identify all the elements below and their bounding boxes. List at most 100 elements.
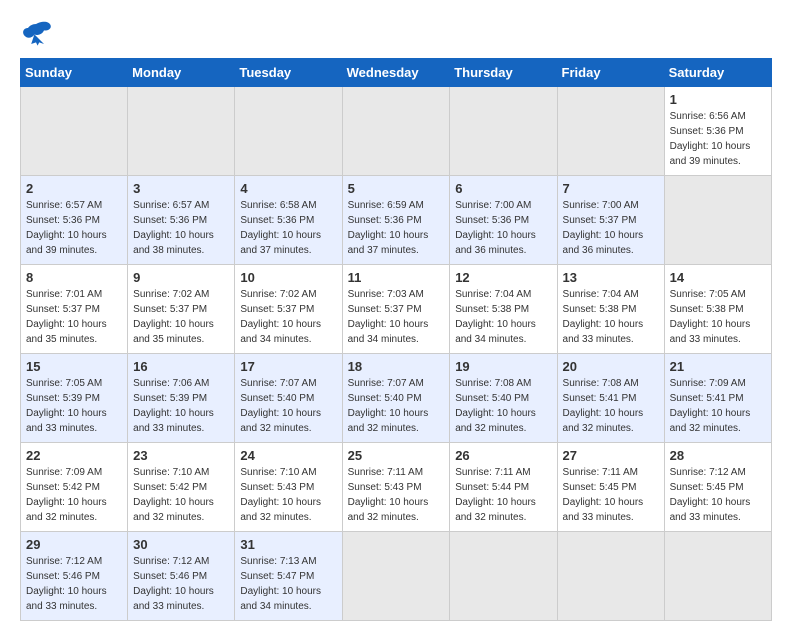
calendar-cell: 27Sunrise: 7:11 AM Sunset: 5:45 PM Dayli… bbox=[557, 443, 664, 532]
header-tuesday: Tuesday bbox=[235, 59, 342, 87]
header-sunday: Sunday bbox=[21, 59, 128, 87]
calendar-cell: 7Sunrise: 7:00 AM Sunset: 5:37 PM Daylig… bbox=[557, 176, 664, 265]
day-info: Sunrise: 7:05 AM Sunset: 5:38 PM Dayligh… bbox=[670, 287, 766, 347]
day-info: Sunrise: 7:12 AM Sunset: 5:46 PM Dayligh… bbox=[133, 554, 229, 614]
calendar-cell bbox=[664, 532, 771, 621]
calendar-cell: 8 Sunrise: 7:01 AM Sunset: 5:37 PM Daylig… bbox=[21, 265, 128, 354]
day-info: Sunrise: 7:07 AM Sunset: 5:40 PM Dayligh… bbox=[240, 376, 336, 436]
calendar-table: SundayMondayTuesdayWednesdayThursdayFrid… bbox=[20, 58, 772, 621]
day-info: Sunrise: 7:05 AM Sunset: 5:39 PM Dayligh… bbox=[26, 376, 122, 436]
calendar-cell: 16 Sunrise: 7:06 AM Sunset: 5:39 PM Dayli… bbox=[128, 354, 235, 443]
calendar-cell: 26Sunrise: 7:11 AM Sunset: 5:44 PM Dayli… bbox=[450, 443, 557, 532]
header-monday: Monday bbox=[128, 59, 235, 87]
calendar-cell: 3 Sunrise: 6:57 AM Sunset: 5:36 PM Daylig… bbox=[128, 176, 235, 265]
calendar-week-2: 2 Sunrise: 6:57 AM Sunset: 5:36 PM Daylig… bbox=[21, 176, 772, 265]
day-number: 2 bbox=[26, 181, 122, 196]
day-info: Sunrise: 7:07 AM Sunset: 5:40 PM Dayligh… bbox=[348, 376, 445, 436]
day-number: 5 bbox=[348, 181, 445, 196]
day-info: Sunrise: 6:59 AM Sunset: 5:36 PM Dayligh… bbox=[348, 198, 445, 258]
day-number: 13 bbox=[563, 270, 659, 285]
calendar-cell: 20Sunrise: 7:08 AM Sunset: 5:41 PM Dayli… bbox=[557, 354, 664, 443]
header-wednesday: Wednesday bbox=[342, 59, 450, 87]
day-number: 7 bbox=[563, 181, 659, 196]
day-info: Sunrise: 7:00 AM Sunset: 5:36 PM Dayligh… bbox=[455, 198, 551, 258]
calendar-week-3: 8 Sunrise: 7:01 AM Sunset: 5:37 PM Daylig… bbox=[21, 265, 772, 354]
header-saturday: Saturday bbox=[664, 59, 771, 87]
day-info: Sunrise: 7:02 AM Sunset: 5:37 PM Dayligh… bbox=[133, 287, 229, 347]
calendar-cell: 15 Sunrise: 7:05 AM Sunset: 5:39 PM Dayli… bbox=[21, 354, 128, 443]
calendar-cell: 18 Sunrise: 7:07 AM Sunset: 5:40 PM Dayli… bbox=[342, 354, 450, 443]
calendar-cell bbox=[557, 87, 664, 176]
calendar-cell: 4 Sunrise: 6:58 AM Sunset: 5:36 PM Daylig… bbox=[235, 176, 342, 265]
day-info: Sunrise: 7:04 AM Sunset: 5:38 PM Dayligh… bbox=[455, 287, 551, 347]
logo bbox=[20, 20, 56, 48]
calendar-week-4: 15 Sunrise: 7:05 AM Sunset: 5:39 PM Dayli… bbox=[21, 354, 772, 443]
calendar-cell: 23 Sunrise: 7:10 AM Sunset: 5:42 PM Dayli… bbox=[128, 443, 235, 532]
day-number: 4 bbox=[240, 181, 336, 196]
calendar-cell bbox=[235, 87, 342, 176]
day-number: 19 bbox=[455, 359, 551, 374]
day-info: Sunrise: 6:57 AM Sunset: 5:36 PM Dayligh… bbox=[133, 198, 229, 258]
day-number: 9 bbox=[133, 270, 229, 285]
calendar-cell bbox=[557, 532, 664, 621]
calendar-cell: 11Sunrise: 7:03 AM Sunset: 5:37 PM Dayli… bbox=[342, 265, 450, 354]
calendar-week-1: 1Sunrise: 6:56 AM Sunset: 5:36 PM Daylig… bbox=[21, 87, 772, 176]
day-info: Sunrise: 7:06 AM Sunset: 5:39 PM Dayligh… bbox=[133, 376, 229, 436]
calendar-cell: 24 Sunrise: 7:10 AM Sunset: 5:43 PM Dayli… bbox=[235, 443, 342, 532]
day-info: Sunrise: 7:09 AM Sunset: 5:41 PM Dayligh… bbox=[670, 376, 766, 436]
calendar-cell: 29Sunrise: 7:12 AM Sunset: 5:46 PM Dayli… bbox=[21, 532, 128, 621]
day-number: 21 bbox=[670, 359, 766, 374]
calendar-cell bbox=[342, 87, 450, 176]
day-number: 17 bbox=[240, 359, 336, 374]
day-number: 14 bbox=[670, 270, 766, 285]
day-info: Sunrise: 7:08 AM Sunset: 5:40 PM Dayligh… bbox=[455, 376, 551, 436]
calendar-header-row: SundayMondayTuesdayWednesdayThursdayFrid… bbox=[21, 59, 772, 87]
day-number: 24 bbox=[240, 448, 336, 463]
calendar-cell: 14 Sunrise: 7:05 AM Sunset: 5:38 PM Dayli… bbox=[664, 265, 771, 354]
day-info: Sunrise: 7:10 AM Sunset: 5:43 PM Dayligh… bbox=[240, 465, 336, 525]
day-info: Sunrise: 7:09 AM Sunset: 5:42 PM Dayligh… bbox=[26, 465, 122, 525]
day-number: 15 bbox=[26, 359, 122, 374]
day-info: Sunrise: 7:12 AM Sunset: 5:45 PM Dayligh… bbox=[670, 465, 766, 525]
day-info: Sunrise: 7:13 AM Sunset: 5:47 PM Dayligh… bbox=[240, 554, 336, 614]
day-info: Sunrise: 7:10 AM Sunset: 5:42 PM Dayligh… bbox=[133, 465, 229, 525]
day-number: 8 bbox=[26, 270, 122, 285]
day-number: 16 bbox=[133, 359, 229, 374]
day-info: Sunrise: 7:11 AM Sunset: 5:43 PM Dayligh… bbox=[348, 465, 445, 525]
calendar-cell bbox=[450, 87, 557, 176]
calendar-cell: 2Sunrise: 6:57 AM Sunset: 5:36 PM Daylig… bbox=[21, 176, 128, 265]
calendar-cell: 12 Sunrise: 7:04 AM Sunset: 5:38 PM Dayli… bbox=[450, 265, 557, 354]
calendar-week-5: 22Sunrise: 7:09 AM Sunset: 5:42 PM Dayli… bbox=[21, 443, 772, 532]
calendar-week-6: 29 Sunrise: 7:12 AM Sunset: 5:46 PM Dayli… bbox=[21, 532, 772, 621]
day-number: 3 bbox=[133, 181, 229, 196]
calendar-cell: 9 Sunrise: 7:02 AM Sunset: 5:37 PM Daylig… bbox=[128, 265, 235, 354]
day-number: 29 bbox=[26, 537, 122, 552]
day-number: 10 bbox=[240, 270, 336, 285]
day-number: 18 bbox=[348, 359, 445, 374]
day-info: Sunrise: 7:01 AM Sunset: 5:37 PM Dayligh… bbox=[26, 287, 122, 347]
day-number: 28 bbox=[670, 448, 766, 463]
calendar-cell: 17 Sunrise: 7:07 AM Sunset: 5:40 PM Dayli… bbox=[235, 354, 342, 443]
day-number: 31 bbox=[240, 537, 336, 552]
day-number: 27 bbox=[563, 448, 659, 463]
calendar-cell: 19 Sunrise: 7:08 AM Sunset: 5:40 PM Dayli… bbox=[450, 354, 557, 443]
day-number: 12 bbox=[455, 270, 551, 285]
day-number: 25 bbox=[348, 448, 445, 463]
day-number: 30 bbox=[133, 537, 229, 552]
calendar-cell bbox=[128, 87, 235, 176]
calendar-cell: 1Sunrise: 6:56 AM Sunset: 5:36 PM Daylig… bbox=[664, 87, 771, 176]
day-number: 11 bbox=[348, 270, 445, 285]
calendar-cell bbox=[21, 87, 128, 176]
day-number: 6 bbox=[455, 181, 551, 196]
header-friday: Friday bbox=[557, 59, 664, 87]
day-number: 1 bbox=[670, 92, 766, 107]
calendar-cell: 25 Sunrise: 7:11 AM Sunset: 5:43 PM Dayli… bbox=[342, 443, 450, 532]
day-number: 23 bbox=[133, 448, 229, 463]
calendar-cell: 6 Sunrise: 7:00 AM Sunset: 5:36 PM Daylig… bbox=[450, 176, 557, 265]
day-info: Sunrise: 7:08 AM Sunset: 5:41 PM Dayligh… bbox=[563, 376, 659, 436]
day-info: Sunrise: 7:11 AM Sunset: 5:44 PM Dayligh… bbox=[455, 465, 551, 525]
day-info: Sunrise: 6:58 AM Sunset: 5:36 PM Dayligh… bbox=[240, 198, 336, 258]
page-header bbox=[20, 20, 772, 48]
calendar-cell: 28 Sunrise: 7:12 AM Sunset: 5:45 PM Dayli… bbox=[664, 443, 771, 532]
calendar-cell: 31 Sunrise: 7:13 AM Sunset: 5:47 PM Dayli… bbox=[235, 532, 342, 621]
